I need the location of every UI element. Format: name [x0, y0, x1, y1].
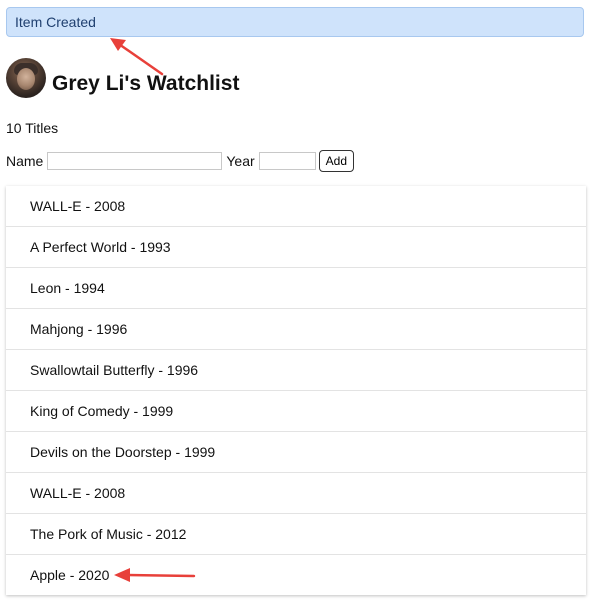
add-movie-form: Name Year Add — [6, 149, 355, 173]
list-item: Apple - 2020 — [30, 567, 110, 583]
list-item: Leon - 1994 — [6, 268, 586, 309]
year-input[interactable] — [258, 152, 316, 170]
flash-message-text: Item Created — [15, 14, 96, 30]
list-item: Swallowtail Butterfly - 1996 — [6, 350, 586, 391]
list-item: WALL-E - 2008 — [6, 473, 586, 514]
movie-list: WALL-E - 2008 A Perfect World - 1993 Leo… — [6, 186, 586, 595]
flash-message: Item Created — [6, 7, 584, 37]
list-item: King of Comedy - 1999 — [6, 391, 586, 432]
list-item: Devils on the Doorstep - 1999 — [6, 432, 586, 473]
year-label: Year — [226, 153, 255, 169]
avatar — [6, 58, 46, 98]
name-input[interactable] — [47, 152, 223, 170]
name-label: Name — [6, 153, 44, 169]
movie-count: 10 Titles — [6, 120, 59, 136]
list-item: Mahjong - 1996 — [6, 309, 586, 350]
list-item: WALL-E - 2008 — [6, 186, 586, 227]
page-header: Grey Li's Watchlist — [6, 56, 239, 100]
add-button[interactable]: Add — [318, 150, 355, 172]
page-title: Grey Li's Watchlist — [52, 72, 240, 95]
list-item: The Pork of Music - 2012 — [6, 514, 586, 555]
list-item: A Perfect World - 1993 — [6, 227, 586, 268]
